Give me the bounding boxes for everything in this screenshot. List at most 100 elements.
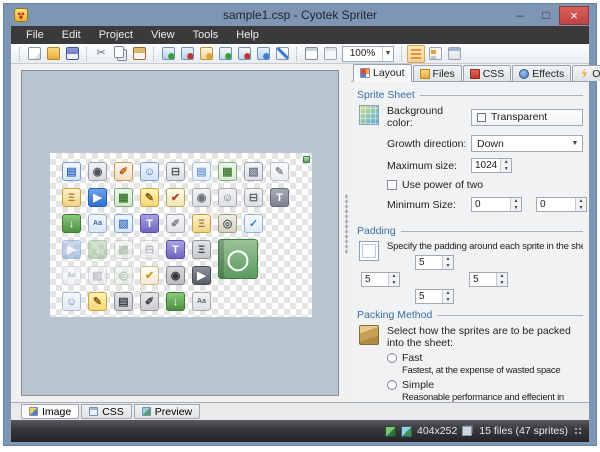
chevron-down-icon[interactable]: ▼: [382, 47, 393, 61]
sprite-window-search-dark[interactable]: ▤: [114, 292, 133, 311]
sprite-book-search-faded[interactable]: ◎: [114, 266, 133, 285]
actual-size-button[interactable]: [321, 45, 339, 63]
padding-left-stepper[interactable]: 5 ▲▼: [361, 272, 400, 287]
spin-down-icon[interactable]: ▼: [443, 263, 453, 270]
menu-help[interactable]: Help: [227, 26, 268, 44]
sprite-user-copy[interactable]: ☺: [218, 188, 237, 207]
list-view-toggle[interactable]: [407, 45, 425, 63]
tab-files[interactable]: Files: [413, 65, 462, 81]
remove-sprite-button[interactable]: [178, 45, 196, 63]
cut-button[interactable]: [92, 45, 110, 63]
edit-sprite-button[interactable]: [197, 45, 215, 63]
panel-splitter[interactable]: [341, 64, 351, 402]
sprite-floppy-t-purple[interactable]: T: [140, 214, 159, 233]
radio-button[interactable]: [387, 353, 397, 363]
sprite-floppy-t[interactable]: T: [270, 188, 289, 207]
sprite-crop-faded[interactable]: ▧: [88, 266, 107, 285]
sprite-notebook-search[interactable]: ◯: [218, 239, 258, 279]
sprite-sheet[interactable]: ▤◉✐☺⊟▤▦▧✎Ξ▶▦✎✔◉☺⊟T↓Aa▧T✐Ξ◎✓▶↓▦⊟TΞAa▧◎✔◉▶…: [50, 153, 312, 317]
sprite-printer-faded[interactable]: ⊟: [140, 240, 159, 259]
sprite-camera-2[interactable]: ◉: [192, 188, 211, 207]
sprite-film-faded[interactable]: ▦: [114, 240, 133, 259]
sprite-page-edit[interactable]: ✎: [270, 162, 289, 181]
sprite-font-eraser[interactable]: Aa: [88, 214, 107, 233]
export-button[interactable]: [273, 45, 291, 63]
sprite-note-edit[interactable]: ✎: [140, 188, 159, 207]
sprite-eyedropper-dark[interactable]: ✐: [140, 292, 159, 311]
sprite-play-faded[interactable]: ▶: [62, 240, 81, 259]
sprite-image-crop-2[interactable]: ▧: [114, 214, 133, 233]
sprite-download-old[interactable]: ↓: [62, 214, 81, 233]
tab-preview[interactable]: Preview: [134, 404, 200, 419]
menu-tools[interactable]: Tools: [184, 26, 228, 44]
padding-top-stepper[interactable]: 5 ▲▼: [415, 255, 454, 270]
replace-image-button[interactable]: [254, 45, 272, 63]
sprite-window-search[interactable]: ▤: [62, 162, 81, 181]
spin-down-icon[interactable]: ▼: [576, 205, 586, 212]
add-sprite-button[interactable]: [159, 45, 177, 63]
sprite-font-eraser-2[interactable]: Aa: [192, 292, 211, 311]
sprite-camera[interactable]: ◉: [88, 162, 107, 181]
thumbnail-view-toggle[interactable]: [426, 45, 444, 63]
radio-fast[interactable]: Fast: [387, 352, 583, 364]
sprite-note-edit-2[interactable]: ✎: [88, 292, 107, 311]
tab-css-view[interactable]: CSS: [81, 404, 132, 419]
sprite-font-faded[interactable]: Aa: [62, 266, 81, 285]
tab-css[interactable]: CSS: [463, 65, 512, 81]
add-image-button[interactable]: [216, 45, 234, 63]
sprite-book-search[interactable]: ◎: [218, 214, 237, 233]
sprite-window-search-2[interactable]: ▤: [192, 162, 211, 181]
spin-down-icon[interactable]: ▼: [511, 205, 521, 212]
spin-down-icon[interactable]: ▼: [389, 280, 399, 287]
sprite-floppy-t-purple-2[interactable]: T: [166, 240, 185, 259]
close-button[interactable]: ×: [559, 6, 589, 25]
copy-button[interactable]: [111, 45, 129, 63]
zoom-level-combo[interactable]: 100% ▼: [342, 46, 394, 62]
use-power-of-two-checkbox[interactable]: Use power of two: [387, 179, 583, 191]
maximize-button[interactable]: □: [533, 6, 559, 25]
sprite-camera-dark[interactable]: ◉: [166, 266, 185, 285]
spin-down-icon[interactable]: ▼: [497, 280, 507, 287]
growth-direction-select[interactable]: Down ▼: [471, 135, 583, 152]
menu-project[interactable]: Project: [90, 26, 142, 44]
radio-simple[interactable]: Simple: [387, 379, 583, 391]
sprite-film-add[interactable]: ▦: [218, 162, 237, 181]
sprite-canvas[interactable]: ▤◉✐☺⊟▤▦▧✎Ξ▶▦✎✔◉☺⊟T↓Aa▧T✐Ξ◎✓▶↓▦⊟TΞAa▧◎✔◉▶…: [21, 70, 339, 396]
preview-window-button[interactable]: [302, 45, 320, 63]
radio-button[interactable]: [387, 380, 397, 390]
sprite-clipboard-check-2[interactable]: ✔: [140, 266, 159, 285]
remove-image-button[interactable]: [235, 45, 253, 63]
background-color-button[interactable]: Transparent: [471, 109, 583, 126]
resize-grip[interactable]: [573, 426, 583, 436]
minimize-button[interactable]: –: [507, 6, 533, 25]
spin-down-icon[interactable]: ▼: [443, 297, 453, 304]
tab-optimize[interactable]: Optimize: [572, 65, 600, 81]
padding-bottom-stepper[interactable]: 5 ▲▼: [415, 289, 454, 304]
sprite-database-info[interactable]: Ξ: [62, 188, 81, 207]
sprite-user-2[interactable]: ☺: [62, 292, 81, 311]
padding-right-stepper[interactable]: 5 ▲▼: [469, 272, 508, 287]
sprite-download-old-2[interactable]: ↓: [166, 292, 185, 311]
sprite-play-dark[interactable]: ▶: [192, 266, 211, 285]
tab-image[interactable]: Image: [21, 404, 79, 419]
sprite-eyedropper-2[interactable]: ✐: [166, 214, 185, 233]
sprite-download-faded[interactable]: ↓: [88, 240, 107, 259]
sprite-database-info-2[interactable]: Ξ: [192, 214, 211, 233]
sprite-user-card[interactable]: ☺: [140, 162, 159, 181]
sprite-small-sprite[interactable]: [303, 156, 310, 163]
sprite-printer-check[interactable]: ⊟: [166, 162, 185, 181]
window-view-toggle[interactable]: [445, 45, 463, 63]
sprite-image-crop[interactable]: ▧: [244, 162, 263, 181]
sprite-eyedropper[interactable]: ✐: [114, 162, 133, 181]
sprite-film-add-2[interactable]: ▦: [114, 188, 133, 207]
spin-down-icon[interactable]: ▼: [501, 166, 511, 173]
sprite-clipboard-check[interactable]: ✔: [166, 188, 185, 207]
minimum-width-stepper[interactable]: 0 ▲▼: [471, 197, 522, 212]
open-button[interactable]: [44, 45, 62, 63]
paste-button[interactable]: [130, 45, 148, 63]
checkbox-box[interactable]: [387, 180, 397, 190]
tab-effects[interactable]: Effects: [512, 65, 571, 81]
sprite-task-check[interactable]: ✓: [244, 214, 263, 233]
sprite-database-dark[interactable]: Ξ: [192, 240, 211, 259]
sprite-play[interactable]: ▶: [88, 188, 107, 207]
